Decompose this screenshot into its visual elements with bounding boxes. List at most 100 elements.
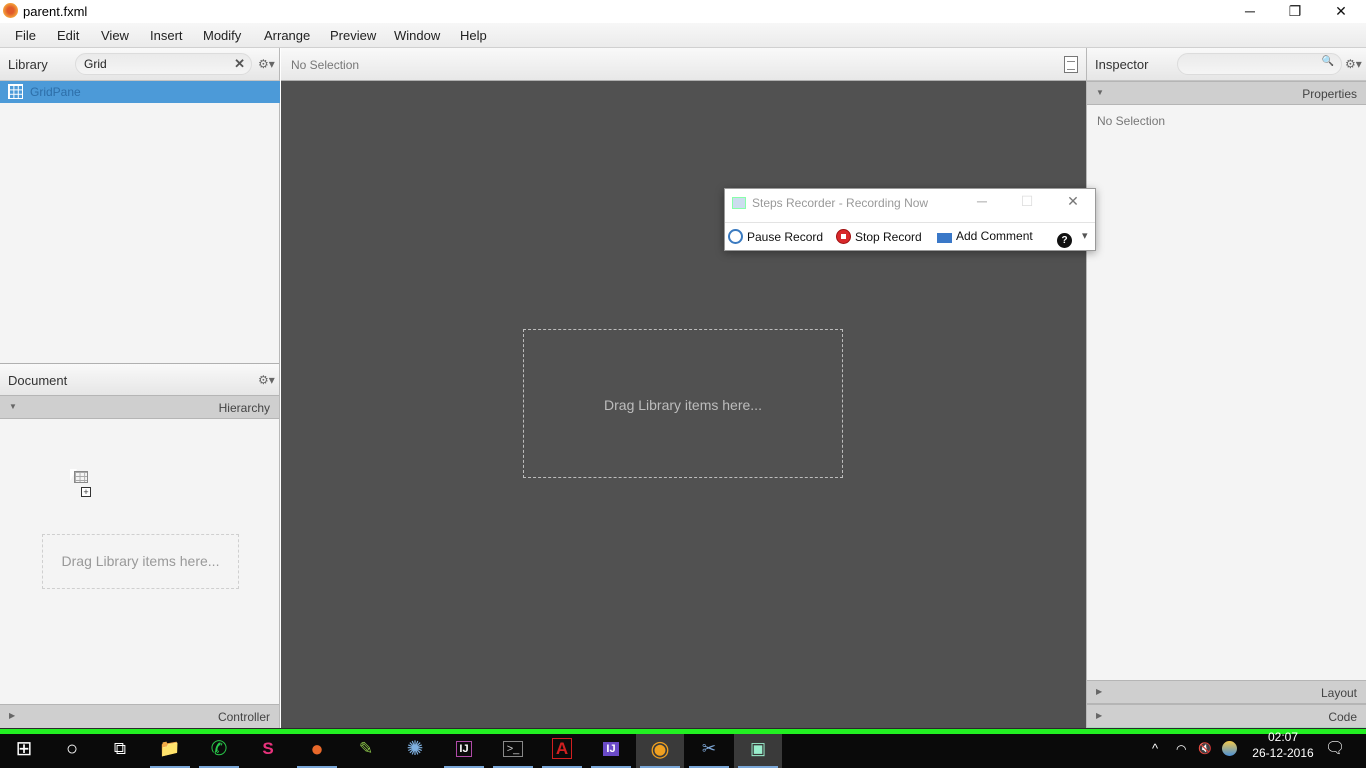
taskbar-app-tree[interactable]: ✺ [391, 734, 439, 768]
layout-label: Layout [1320, 686, 1357, 700]
comment-icon [937, 233, 952, 243]
hierarchy-drop-zone[interactable]: Drag Library items here... [42, 534, 239, 589]
collapse-arrow-icon: ▶ [1096, 687, 1103, 696]
wifi-icon[interactable]: ◠ [1176, 734, 1186, 768]
inspector-no-selection: No Selection [1097, 114, 1166, 128]
menu-file[interactable]: File [15, 28, 36, 43]
recorder-maximize-button[interactable]: ☐ [1012, 193, 1042, 210]
taskbar-app-notepad[interactable]: ✎ [342, 734, 390, 768]
snipping-tool-icon: ✂ [701, 739, 717, 758]
close-button[interactable]: ✕ [1318, 0, 1364, 23]
document-gear-icon[interactable]: ⚙▾ [258, 373, 275, 387]
action-center-icon[interactable]: 🗨 [1325, 734, 1345, 768]
task-view-button[interactable]: ⧉ [96, 734, 144, 768]
library-header: Library ✕ ⚙▾ [0, 48, 279, 81]
inspector-search-field[interactable]: 🔍 [1177, 53, 1342, 75]
scene-builder-app-icon [3, 3, 18, 18]
menu-bar: File Edit View Insert Modify Arrange Pre… [0, 23, 1366, 48]
search-icon: 🔍 [1321, 56, 1334, 67]
inspector-title: Inspector [1095, 57, 1149, 72]
expand-arrow-icon: ▼ [9, 402, 17, 411]
library-item-label: GridPane [30, 85, 81, 99]
left-panel: Library ✕ ⚙▾ GridPane Document ⚙▾ ▼ Hier… [0, 48, 280, 729]
expand-arrow-icon: ▼ [1096, 88, 1104, 97]
content-canvas: No Selection Drag Library items here... [281, 48, 1086, 728]
collapse-arrow-icon: ▶ [1096, 711, 1103, 720]
taskbar-app-cmd[interactable]: >_ [489, 734, 537, 768]
add-comment-button[interactable]: Add Comment [937, 229, 1033, 243]
properties-section[interactable]: ▼ Properties [1087, 81, 1366, 105]
pause-record-button[interactable]: Pause Record [728, 229, 823, 244]
properties-label: Properties [1302, 87, 1357, 101]
window-title: parent.fxml [23, 4, 88, 19]
taskbar-app-scene-builder[interactable]: ◉ [636, 734, 684, 768]
taskbar-app-intellij[interactable]: IJ [440, 734, 488, 768]
taskbar-app-slack[interactable]: S [244, 734, 292, 768]
canvas-selection-label: No Selection [291, 58, 360, 72]
cmd-icon: >_ [502, 741, 524, 757]
taskbar-app-acrobat[interactable]: A [538, 734, 586, 768]
scene-builder-icon: ◉ [650, 736, 670, 761]
controller-section[interactable]: ▶ Controller [0, 704, 279, 729]
steps-recorder-icon: ▣ [749, 739, 767, 758]
menu-view[interactable]: View [101, 28, 129, 43]
stop-icon [836, 229, 851, 244]
start-button[interactable]: ⊞ [0, 734, 48, 768]
library-item-gridpane[interactable]: GridPane [0, 81, 280, 103]
library-gear-icon[interactable]: ⚙▾ [258, 57, 275, 71]
stop-record-button[interactable]: Stop Record [836, 229, 922, 244]
menu-edit[interactable]: Edit [57, 28, 79, 43]
clear-search-icon[interactable]: ✕ [234, 56, 245, 72]
steps-recorder-icon [732, 197, 746, 209]
document-icon[interactable] [1064, 56, 1078, 73]
firefox-icon: ● [310, 736, 324, 761]
language-globe-icon[interactable] [1222, 741, 1237, 756]
taskbar-app-whatsapp[interactable]: ✆ [195, 734, 243, 768]
notepad-icon: ✎ [358, 739, 374, 758]
intellij-icon: IJ [456, 741, 472, 757]
taskbar-app-snipping-tool[interactable]: ✂ [685, 734, 733, 768]
taskbar-app-file-explorer[interactable]: 📁 [146, 734, 194, 768]
recorder-close-button[interactable]: ✕ [1058, 193, 1088, 210]
taskbar-clock[interactable]: 02:07 26-12-2016 [1252, 730, 1314, 760]
recorder-dropdown-icon[interactable]: ▾ [1082, 229, 1088, 242]
taskbar-app-steps-recorder[interactable]: ▣ [734, 734, 782, 768]
menu-help[interactable]: Help [460, 28, 487, 43]
steps-recorder-title: Steps Recorder - Recording Now [752, 196, 929, 210]
restore-button[interactable]: ❐ [1272, 0, 1318, 23]
library-title: Library [8, 57, 48, 72]
document-header: Document ⚙▾ [0, 363, 279, 396]
recorder-toolbar: Pause Record Stop Record Add Comment ? ▾ [725, 222, 1095, 251]
inspector-gear-icon[interactable]: ⚙▾ [1345, 57, 1362, 71]
tree-app-icon: ✺ [406, 738, 424, 760]
taskbar: ⊞ ○ ⧉ 📁 ✆ S ● ✎ ✺ IJ >_ A IJ ◉ ✂ ▣ ^ ◠ 🔇… [0, 730, 1366, 768]
menu-arrange[interactable]: Arrange [264, 28, 310, 43]
clock-time: 02:07 [1267, 730, 1299, 744]
recorder-minimize-button[interactable]: ─ [967, 193, 997, 209]
hierarchy-section[interactable]: ▼ Hierarchy [0, 395, 279, 419]
hierarchy-label: Hierarchy [218, 401, 270, 415]
volume-muted-icon[interactable]: 🔇 [1198, 734, 1212, 768]
layout-section[interactable]: ▶ Layout [1087, 680, 1366, 704]
show-hidden-icons-chevron-icon[interactable]: ^ [1152, 734, 1158, 768]
help-icon: ? [1057, 233, 1072, 248]
menu-insert[interactable]: Insert [150, 28, 183, 43]
search-button[interactable]: ○ [48, 734, 96, 768]
menu-window[interactable]: Window [394, 28, 440, 43]
slack-icon: S [262, 739, 274, 758]
menu-modify[interactable]: Modify [203, 28, 241, 43]
taskbar-app-firefox[interactable]: ● [293, 734, 341, 768]
code-section[interactable]: ▶ Code [1087, 704, 1366, 729]
canvas-drop-zone[interactable]: Drag Library items here... [523, 329, 843, 478]
whatsapp-icon: ✆ [210, 738, 228, 760]
library-search-field[interactable]: ✕ [75, 53, 252, 75]
title-bar: parent.fxml ─ ❐ ✕ [0, 0, 1366, 23]
document-title: Document [8, 373, 68, 388]
clock-date: 26-12-2016 [1252, 746, 1314, 760]
minimize-button[interactable]: ─ [1227, 0, 1273, 23]
steps-recorder-window: Steps Recorder - Recording Now ─ ☐ ✕ Pau… [724, 188, 1096, 251]
menu-preview[interactable]: Preview [330, 28, 376, 43]
taskbar-app-intellij-2[interactable]: IJ [587, 734, 635, 768]
library-search-input[interactable] [84, 57, 224, 71]
help-button[interactable]: ? [1057, 229, 1076, 248]
